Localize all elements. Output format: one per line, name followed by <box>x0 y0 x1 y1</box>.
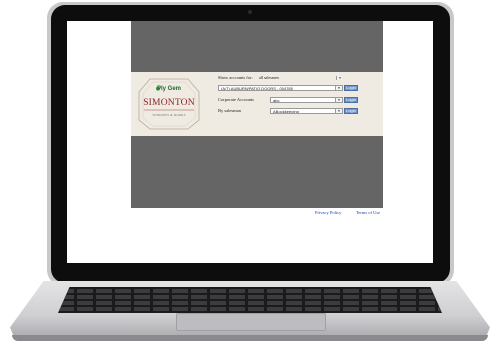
simonton-logo: Ply Gem SIMONTON WINDOWS & DOORS <box>136 76 202 132</box>
corporate-accounts-label: Corporate Accounts <box>218 97 254 102</box>
show-accounts-label: Show accounts for: <box>218 75 253 80</box>
laptop-front-edge <box>12 335 488 341</box>
login-panel: Ply Gem SIMONTON WINDOWS & DOORS Show ac… <box>131 72 383 136</box>
privacy-policy-link[interactable]: Privacy Policy <box>315 210 341 215</box>
chevron-down-icon: ▾ <box>335 98 342 102</box>
salesman-login-button[interactable]: Login <box>344 108 358 114</box>
corporate-accounts-select[interactable]: abc ▾ <box>270 97 343 103</box>
chevron-down-icon: ▾ <box>336 76 342 80</box>
laptop-trackpad <box>176 313 326 331</box>
account-select[interactable]: (A/T) AUBURN/PATIO DOORS - 004785 ▾ <box>218 85 343 91</box>
simonton-wordmark: SIMONTON <box>143 98 195 108</box>
laptop-screen: Ply Gem SIMONTON WINDOWS & DOORS Show ac… <box>67 21 433 263</box>
laptop-keyboard <box>58 287 442 313</box>
by-salesman-label: By salesman <box>218 108 241 113</box>
chevron-down-icon: ▾ <box>335 86 342 90</box>
salesman-select[interactable]: ABookkeeping ▾ <box>270 108 343 114</box>
camera-icon <box>248 10 252 14</box>
login-page-frame: Ply Gem SIMONTON WINDOWS & DOORS Show ac… <box>131 21 383 208</box>
corporate-select-value: abc <box>273 98 280 103</box>
account-select-value: (A/T) AUBURN/PATIO DOORS - 004785 <box>221 86 293 91</box>
salesman-select-value: ABookkeeping <box>273 109 299 114</box>
chevron-down-icon: ▾ <box>335 109 342 113</box>
terms-of-use-link[interactable]: Terms of Use <box>356 210 380 215</box>
plygem-logo-text: Ply Gem <box>156 86 181 92</box>
brand-tagline: WINDOWS & DOORS <box>152 113 186 117</box>
account-login-button[interactable]: Login <box>344 85 358 91</box>
corporate-login-button[interactable]: Login <box>344 97 358 103</box>
show-accounts-select[interactable]: ▾ <box>259 75 343 81</box>
